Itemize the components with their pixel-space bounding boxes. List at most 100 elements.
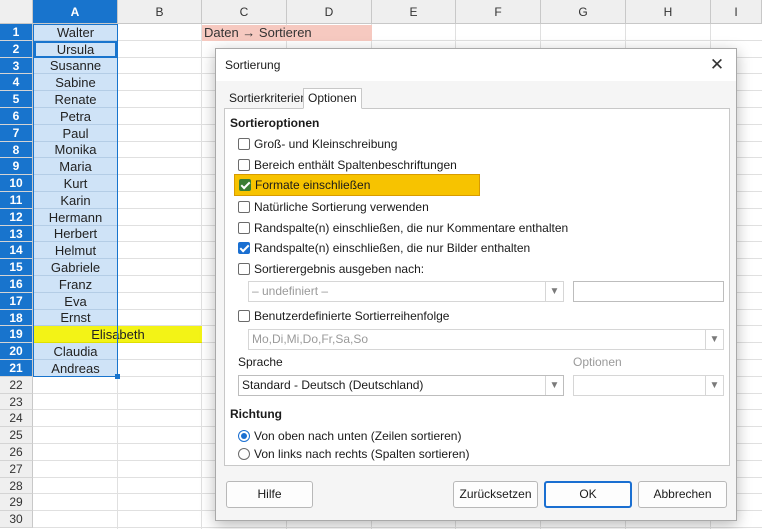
row-header-10[interactable]: 10 <box>0 175 33 192</box>
row-header-22[interactable]: 22 <box>0 377 33 394</box>
column-header-a[interactable]: A <box>33 0 118 24</box>
row-header-7[interactable]: 7 <box>0 125 33 142</box>
row-header-30[interactable]: 30 <box>0 511 33 528</box>
radio-left-to-right[interactable] <box>238 448 250 460</box>
output-position-field[interactable] <box>573 281 724 302</box>
name-cell[interactable]: Ernst <box>34 310 117 326</box>
row-header-1[interactable]: 1 <box>0 24 33 41</box>
row-header-11[interactable]: 11 <box>0 192 33 209</box>
option-case-sensitive[interactable]: Groß- und Kleinschreibung <box>238 135 397 153</box>
row-header-19[interactable]: 19 <box>0 326 33 343</box>
row-header-14[interactable]: 14 <box>0 242 33 259</box>
column-header-i[interactable]: I <box>711 0 762 24</box>
column-header-d[interactable]: D <box>287 0 372 24</box>
reset-button[interactable]: Zurücksetzen <box>453 481 538 508</box>
direction-top-to-bottom[interactable]: Von oben nach unten (Zeilen sortieren) <box>238 427 461 445</box>
option-natural-sort[interactable]: Natürliche Sortierung verwenden <box>238 198 429 216</box>
ok-button[interactable]: OK <box>544 481 632 508</box>
row-header-5[interactable]: 5 <box>0 91 33 108</box>
checkbox-case-sensitive[interactable] <box>238 138 250 150</box>
name-cell[interactable]: Maria <box>34 158 117 175</box>
name-cell[interactable]: Paul <box>34 125 117 142</box>
row-header-26[interactable]: 26 <box>0 444 33 461</box>
option-range-contains-labels[interactable]: Bereich enthält Spaltenbeschriftungen <box>238 156 457 174</box>
row-header-27[interactable]: 27 <box>0 461 33 478</box>
name-cell[interactable]: Andreas <box>34 360 117 377</box>
chevron-down-icon[interactable]: ▼ <box>705 330 723 349</box>
row-header-4[interactable]: 4 <box>0 74 33 91</box>
column-header-c[interactable]: C <box>202 0 287 24</box>
fill-handle[interactable] <box>115 374 120 379</box>
name-cell[interactable]: Helmut <box>34 242 117 259</box>
note-cell[interactable]: Daten → Sortieren <box>202 25 372 41</box>
row-header-3[interactable]: 3 <box>0 58 33 74</box>
name-cell[interactable]: Gabriele <box>34 259 117 276</box>
name-cell[interactable]: Franz <box>34 276 117 293</box>
custom-order-combo[interactable]: Mo,Di,Mi,Do,Fr,Sa,So ▼ <box>248 329 724 350</box>
name-cell[interactable]: Karin <box>34 192 117 209</box>
checkbox-custom-sort-order[interactable] <box>238 310 250 322</box>
name-cell[interactable]: Sabine <box>34 74 117 91</box>
name-cell[interactable]: Renate <box>34 91 117 108</box>
tab-sort-criteria[interactable]: Sortierkriterien <box>224 88 312 109</box>
name-cell[interactable]: Walter <box>34 24 117 41</box>
row-header-13[interactable]: 13 <box>0 226 33 242</box>
cancel-button[interactable]: Abbrechen <box>638 481 727 508</box>
row-header-24[interactable]: 24 <box>0 410 33 427</box>
option-copy-results[interactable]: Sortierergebnis ausgeben nach: <box>238 260 424 278</box>
output-position-combo[interactable]: – undefiniert – ▼ <box>248 281 564 302</box>
name-cell[interactable]: Kurt <box>34 175 117 192</box>
column-header-e[interactable]: E <box>372 0 456 24</box>
column-header-h[interactable]: H <box>626 0 711 24</box>
column-header-f[interactable]: F <box>456 0 541 24</box>
row-header-16[interactable]: 16 <box>0 276 33 293</box>
help-button[interactable]: Hilfe <box>226 481 313 508</box>
checkbox-include-formats[interactable] <box>239 179 251 191</box>
checkbox-include-image-columns[interactable] <box>238 242 250 254</box>
checkbox-natural-sort[interactable] <box>238 201 250 213</box>
checkbox-range-contains-labels[interactable] <box>238 159 250 171</box>
option-include-image-columns[interactable]: Randspalte(n) einschließen, die nur Bild… <box>238 239 530 257</box>
name-cell[interactable]: Susanne <box>34 58 117 74</box>
direction-left-to-right[interactable]: Von links nach rechts (Spalten sortieren… <box>238 445 469 463</box>
row-header-29[interactable]: 29 <box>0 494 33 511</box>
select-all-corner[interactable] <box>0 0 33 24</box>
name-cell[interactable]: Eva <box>34 293 117 310</box>
name-cell[interactable]: Hermann <box>34 209 117 226</box>
row-header-21[interactable]: 21 <box>0 360 33 377</box>
checkbox-copy-results[interactable] <box>238 263 250 275</box>
row-header-8[interactable]: 8 <box>0 142 33 158</box>
name-cell[interactable]: Monika <box>34 142 117 158</box>
row-header-9[interactable]: 9 <box>0 158 33 175</box>
column-header-g[interactable]: G <box>541 0 626 24</box>
option-include-formats[interactable]: Formate einschließen <box>234 174 480 196</box>
highlighted-cell[interactable]: Elisabeth <box>34 326 202 343</box>
dialog-titlebar: Sortierung ✕ <box>216 49 736 81</box>
name-cell[interactable]: Claudia <box>34 343 117 360</box>
row-header-12[interactable]: 12 <box>0 209 33 226</box>
chevron-down-icon[interactable]: ▼ <box>545 376 563 395</box>
row-header-15[interactable]: 15 <box>0 259 33 276</box>
option-include-comment-columns[interactable]: Randspalte(n) einschließen, die nur Komm… <box>238 219 568 237</box>
row-header-20[interactable]: 20 <box>0 343 33 360</box>
close-icon[interactable]: ✕ <box>704 53 730 77</box>
chevron-down-icon[interactable]: ▼ <box>545 282 563 301</box>
name-cell[interactable]: Herbert <box>34 226 117 242</box>
row-header-2[interactable]: 2 <box>0 41 33 58</box>
row-header-23[interactable]: 23 <box>0 394 33 410</box>
algorithm-options-combo[interactable]: ▼ <box>573 375 724 396</box>
row-header-25[interactable]: 25 <box>0 427 33 444</box>
row-header-18[interactable]: 18 <box>0 310 33 326</box>
name-cell[interactable]: Petra <box>34 108 117 125</box>
radio-top-to-bottom[interactable] <box>238 430 250 442</box>
checkbox-include-comment-columns[interactable] <box>238 222 250 234</box>
row-header-6[interactable]: 6 <box>0 108 33 125</box>
column-header-b[interactable]: B <box>118 0 202 24</box>
tab-options[interactable]: Optionen <box>303 88 362 109</box>
row-header-28[interactable]: 28 <box>0 478 33 494</box>
option-custom-sort-order[interactable]: Benutzerdefinierte Sortierreihenfolge <box>238 307 449 325</box>
chevron-down-icon[interactable]: ▼ <box>705 376 723 395</box>
language-combo[interactable]: Standard - Deutsch (Deutschland) ▼ <box>238 375 564 396</box>
row-header-17[interactable]: 17 <box>0 293 33 310</box>
name-cell[interactable]: Ursula <box>34 41 117 58</box>
